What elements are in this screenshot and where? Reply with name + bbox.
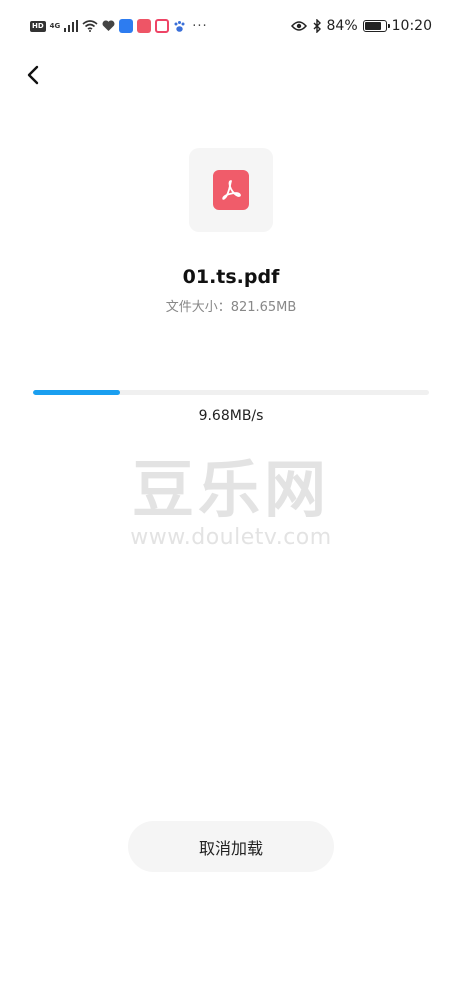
- file-size: 文件大小：821.65MB: [165, 300, 297, 315]
- file-name: 01.ts.pdf: [182, 266, 280, 288]
- app-icon-red: [137, 19, 152, 33]
- hd-badge: HD: [30, 20, 46, 32]
- chevron-left-icon: [27, 65, 39, 85]
- cancel-loading-button[interactable]: 取消加载: [128, 821, 334, 872]
- watermark: 豆乐网 www.douletv.com: [0, 455, 462, 551]
- app-icon-pink: [155, 19, 170, 33]
- signal-icon: [64, 20, 79, 32]
- download-progress-fill: [33, 390, 121, 395]
- eye-icon: [290, 21, 307, 31]
- more-notifications: ···: [192, 18, 208, 34]
- battery-icon: [362, 20, 390, 32]
- wifi-icon: [82, 20, 98, 32]
- battery-fill: [364, 22, 382, 30]
- pdf-icon: [213, 170, 249, 210]
- paw-icon: [174, 20, 185, 32]
- app-icon-blue: [119, 19, 134, 33]
- acrobat-glyph: [222, 180, 241, 200]
- battery-percent: 84%: [326, 18, 358, 34]
- bluetooth-icon: [313, 19, 321, 33]
- back-button[interactable]: [18, 60, 48, 90]
- status-bar: HD 4G ··· 84% 10:20: [0, 0, 462, 52]
- watermark-title: 豆乐网: [131, 453, 330, 526]
- status-right: 84% 10:20: [290, 16, 432, 36]
- download-speed: 9.68MB/s: [198, 408, 264, 424]
- heart-icon: [102, 20, 115, 31]
- network-type: 4G: [49, 22, 61, 30]
- file-icon-card: [189, 148, 273, 232]
- clock: 10:20: [391, 18, 432, 34]
- download-progress-bar: [33, 390, 429, 395]
- status-left: HD 4G ···: [30, 16, 208, 36]
- watermark-url: www.douletv.com: [130, 525, 332, 550]
